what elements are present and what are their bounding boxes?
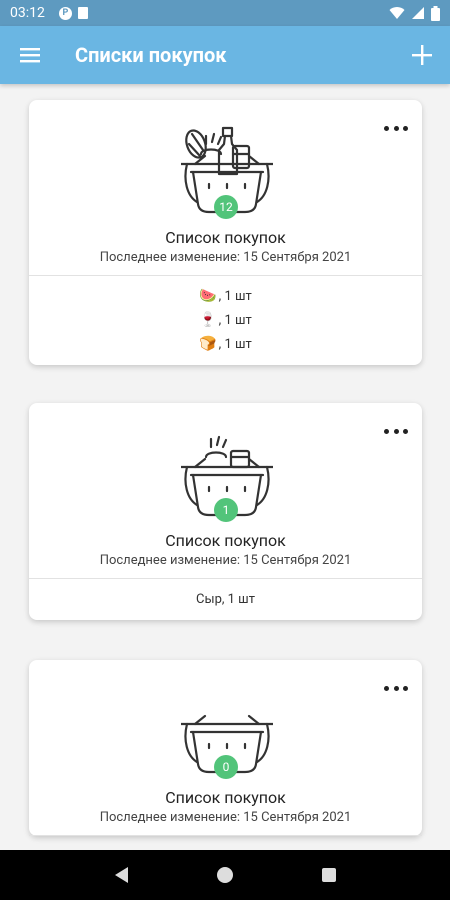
item-quantity: , 1 шт <box>218 336 252 352</box>
more-options-button[interactable] <box>384 425 408 437</box>
menu-button[interactable] <box>0 26 60 84</box>
item-count-badge: 0 <box>214 755 238 779</box>
list-item: 🍉 , 1 шт <box>199 287 252 305</box>
list-modified-date: Последнее изменение: 15 Сентября 2021 <box>99 553 352 568</box>
list-title: Список покупок <box>165 788 286 807</box>
status-bar-left: 03:12 P <box>10 5 88 21</box>
list-item: 🍞 , 1 шт <box>199 335 252 353</box>
list-item: Сыр, 1 шт <box>196 590 255 608</box>
bread-icon: 🍞 <box>199 336 217 352</box>
item-count-badge: 12 <box>214 195 238 219</box>
lists-container: 12 Список покупок Последнее изменение: 1… <box>0 84 450 850</box>
app-bar: Списки покупок <box>0 26 450 84</box>
back-triangle-icon[interactable] <box>114 867 128 883</box>
battery-icon <box>431 5 440 21</box>
item-quantity: , 1 шт <box>218 312 252 328</box>
wine-glass-icon: 🍷 <box>199 312 217 328</box>
list-title: Список покупок <box>165 228 286 247</box>
item-quantity: , 1 шт <box>218 288 252 304</box>
add-list-button[interactable] <box>394 26 450 84</box>
more-horizontal-icon <box>384 428 389 434</box>
list-modified-date: Последнее изменение: 15 Сентября 2021 <box>99 810 352 825</box>
list-modified-date: Последнее изменение: 15 Сентября 2021 <box>99 250 352 265</box>
watermelon-icon: 🍉 <box>199 288 217 304</box>
status-bar-right <box>389 5 440 21</box>
item-count-badge: 1 <box>214 498 238 522</box>
list-items: Сыр, 1 шт <box>29 579 422 620</box>
more-horizontal-icon <box>384 685 389 691</box>
home-circle-icon[interactable] <box>216 867 233 883</box>
shopping-list-card[interactable]: 12 Список покупок Последнее изменение: 1… <box>29 100 422 365</box>
divider <box>29 835 422 836</box>
item-quantity: Сыр, 1 шт <box>196 591 255 607</box>
signal-icon <box>412 7 424 19</box>
status-time: 03:12 <box>10 5 45 21</box>
recent-square-icon[interactable] <box>321 868 336 882</box>
more-options-button[interactable] <box>384 682 408 694</box>
sd-card-icon <box>77 7 88 19</box>
shopping-list-card[interactable]: 1 Список покупок Последнее изменение: 15… <box>29 403 422 620</box>
card-header: 0 Список покупок Последнее изменение: 15… <box>29 660 422 835</box>
wifi-icon <box>389 7 405 20</box>
card-header: 1 Список покупок Последнее изменение: 15… <box>29 403 422 578</box>
shopping-list-card[interactable]: 0 Список покупок Последнее изменение: 15… <box>29 660 422 836</box>
list-items: 🍉 , 1 шт 🍷 , 1 шт 🍞 , 1 шт <box>29 276 422 365</box>
more-horizontal-icon <box>384 125 389 131</box>
card-header: 12 Список покупок Последнее изменение: 1… <box>29 100 422 275</box>
page-title: Списки покупок <box>75 43 227 67</box>
plus-icon <box>412 45 432 65</box>
list-title: Список покупок <box>165 531 286 550</box>
system-navigation-bar <box>0 850 450 900</box>
more-options-button[interactable] <box>384 122 408 134</box>
list-item: 🍷 , 1 шт <box>199 311 252 329</box>
menu-icon <box>20 48 40 63</box>
status-bar: 03:12 P <box>0 0 450 26</box>
app-notification-icon: P <box>58 6 72 20</box>
